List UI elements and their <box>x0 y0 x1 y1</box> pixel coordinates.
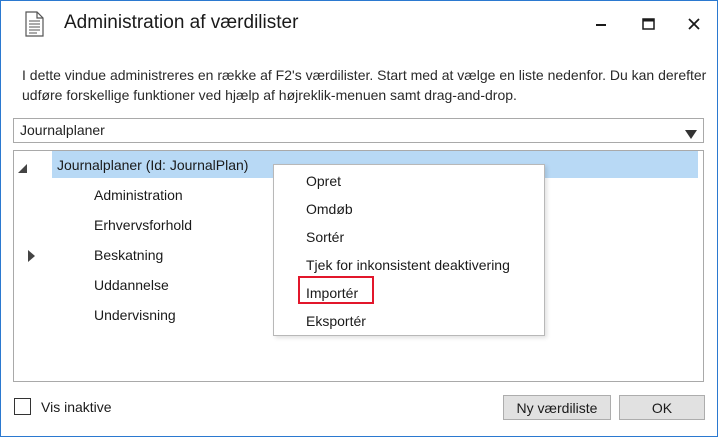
menu-item-importer[interactable]: Importér <box>306 285 358 301</box>
title-bar[interactable]: Administration af værdilister <box>1 1 717 47</box>
collapsed-triangle-icon[interactable] <box>28 249 35 267</box>
dropdown-selected-value: Journalplaner <box>20 122 105 138</box>
new-value-list-button[interactable]: Ny værdiliste <box>503 395 611 420</box>
menu-item-omdob[interactable]: Omdøb <box>306 201 353 217</box>
show-inactive-checkbox[interactable] <box>14 398 31 415</box>
show-inactive-label: Vis inaktive <box>41 399 112 415</box>
tree-item-label: Undervisning <box>94 307 176 323</box>
dialog-window: Administration af værdilister I dette vi… <box>0 0 718 437</box>
dropdown-arrow-icon[interactable] <box>685 126 697 144</box>
document-list-icon <box>23 11 45 37</box>
menu-item-opret[interactable]: Opret <box>306 173 341 189</box>
list-select-dropdown[interactable]: Journalplaner <box>13 118 704 143</box>
context-menu: Opret Omdøb Sortér Tjek for inkonsistent… <box>273 164 545 336</box>
tree-root-label: Journalplaner (Id: JournalPlan) <box>57 157 249 173</box>
menu-item-tjek-inkonsistent[interactable]: Tjek for inkonsistent deaktivering <box>306 257 510 273</box>
tree-item-label: Beskatning <box>94 247 164 263</box>
menu-item-eksporter[interactable]: Eksportér <box>306 313 366 329</box>
tree-item-label: Uddannelse <box>94 277 169 293</box>
maximize-icon[interactable] <box>634 10 662 38</box>
description-text: I dette vindue administreres en række af… <box>22 67 707 103</box>
close-icon[interactable] <box>680 10 708 38</box>
window-title: Administration af værdilister <box>64 12 299 33</box>
ok-button[interactable]: OK <box>619 395 705 420</box>
expanded-triangle-icon[interactable] <box>18 160 27 178</box>
minimize-icon[interactable] <box>587 10 615 38</box>
menu-item-sorter[interactable]: Sortér <box>306 229 344 245</box>
tree-item-label: Erhvervsforhold <box>94 217 193 233</box>
tree-item-label: Administration <box>94 187 183 203</box>
